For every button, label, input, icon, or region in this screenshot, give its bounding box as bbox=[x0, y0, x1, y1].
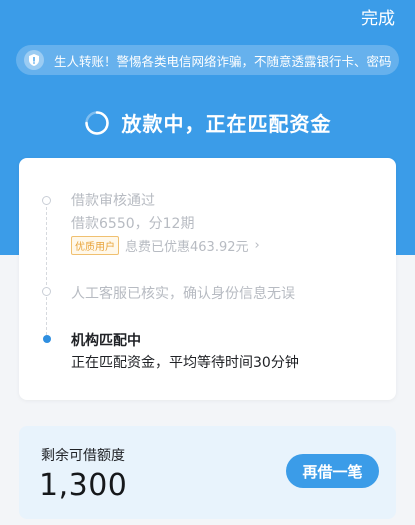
step-2-title: 人工客服已核实，确认身份信息无误 bbox=[71, 286, 295, 302]
fraud-warning-notice: 生人转账！警惕各类电信网络诈骗，不随意透露银行卡、密码 bbox=[16, 45, 399, 75]
timeline-dot-step-2 bbox=[42, 287, 51, 296]
chevron-right-icon: › bbox=[254, 238, 260, 253]
borrow-again-button[interactable]: 再借一笔 bbox=[286, 454, 379, 488]
done-button[interactable]: 完成 bbox=[361, 4, 395, 29]
quota-label: 剩余可借额度 bbox=[41, 448, 125, 464]
loan-status: 放款中，正在匹配资金 bbox=[0, 108, 415, 137]
remaining-quota-card: 剩余可借额度 1,300 再借一笔 bbox=[19, 426, 396, 519]
premium-user-badge: 优质用户 bbox=[71, 236, 119, 255]
shield-icon bbox=[24, 50, 44, 70]
notice-text: 生人转账！警惕各类电信网络诈骗，不随意透露银行卡、密码 bbox=[54, 53, 392, 69]
loading-spinner-icon bbox=[84, 110, 109, 135]
step-1-title: 借款审核通过 bbox=[71, 193, 155, 209]
discount-text: 息费已优惠463.92元 bbox=[125, 240, 249, 255]
discount-row[interactable]: 优质用户 息费已优惠463.92元 › bbox=[71, 236, 260, 255]
quota-value: 1,300 bbox=[39, 468, 128, 503]
timeline-dot-step-1 bbox=[42, 196, 51, 205]
timeline-rail bbox=[46, 202, 47, 340]
step-1-detail: 借款6550，分12期 bbox=[71, 216, 195, 232]
timeline-dot-step-3 bbox=[43, 335, 51, 343]
step-3-title: 机构匹配中 bbox=[71, 333, 141, 349]
step-3-detail: 正在匹配资金，平均等待时间30分钟 bbox=[71, 355, 299, 371]
status-text: 放款中，正在匹配资金 bbox=[121, 112, 332, 136]
